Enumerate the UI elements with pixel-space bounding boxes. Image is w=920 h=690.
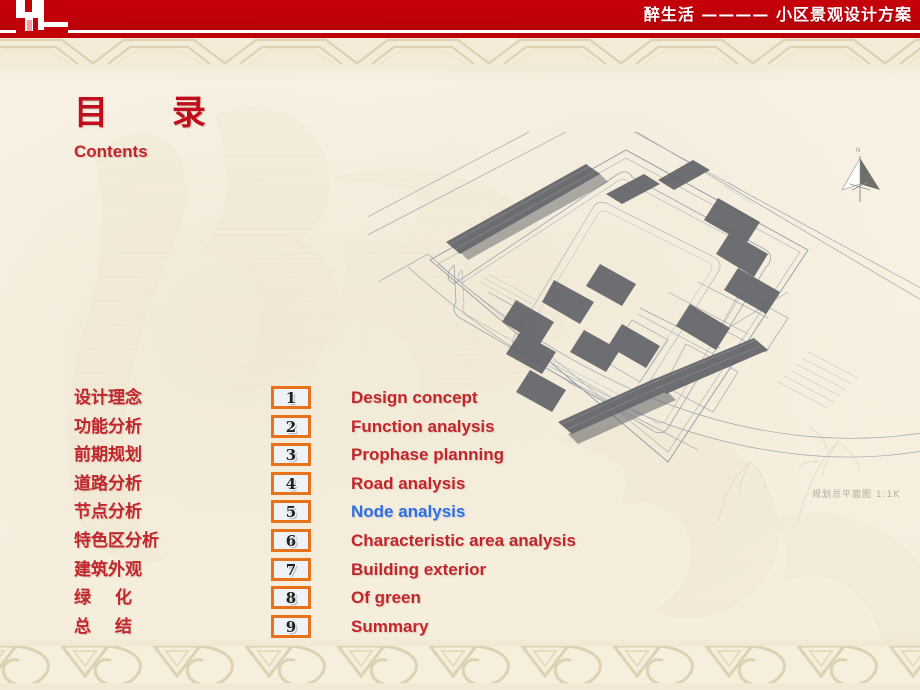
toc-label-cn[interactable]: 道路分析	[74, 472, 254, 496]
toc-number-badge: 8	[271, 586, 311, 610]
toc-row[interactable]: 绿 化 8 Of green	[0, 586, 920, 615]
toc-label-en[interactable]: Function analysis	[351, 415, 495, 439]
toc-label-cn[interactable]: 总 结	[74, 615, 254, 639]
toc-row[interactable]: 节点分析 5 Node analysis	[0, 500, 920, 529]
svg-text:N: N	[856, 148, 860, 154]
header-underline-red	[0, 33, 920, 38]
toc-number-badge: 4	[271, 471, 311, 495]
toc-label-cn[interactable]: 特色区分析	[74, 529, 254, 553]
toc-label-en[interactable]: Building exterior	[351, 558, 486, 582]
toc-label-cn[interactable]: 节点分析	[74, 500, 254, 524]
toc-row[interactable]: 功能分析 2 Function analysis	[0, 414, 920, 444]
toc-row[interactable]: 前期规划 3 Prophase planning	[0, 443, 920, 472]
toc-label-cn[interactable]: 建筑外观	[74, 558, 254, 582]
brand-logo-icon	[16, 0, 68, 38]
toc-number-badge: 9	[271, 614, 311, 638]
toc-row[interactable]: 总 结 9 Summary	[0, 614, 920, 644]
toc-row[interactable]: 建筑外观 7 Building exterior	[0, 557, 920, 587]
toc-label-en[interactable]: Characteristic area analysis	[351, 529, 576, 553]
north-arrow-icon: N	[841, 148, 880, 202]
toc-number-badge: 2	[271, 414, 311, 438]
top-decorative-band	[0, 38, 920, 64]
toc-row[interactable]: 道路分析 4 Road analysis	[0, 471, 920, 501]
page-title-en: Contents	[74, 142, 148, 161]
toc-row[interactable]: 设计理念 1 Design concept	[0, 386, 920, 415]
header-title: 醉生活 ———— 小区景观设计方案	[643, 5, 912, 24]
toc-label-en[interactable]: Node analysis	[351, 500, 465, 524]
top-band-fade	[0, 64, 920, 82]
toc-number-badge: 1	[271, 386, 311, 409]
toc-number-badge: 6	[271, 528, 311, 552]
presentation-slide: N 规划总平面图 1:1K 醉生活 ———— 小区景观设计方案 目 录 Cont…	[0, 0, 920, 690]
toc-label-cn[interactable]: 前期规划	[74, 443, 254, 467]
bottom-decorative-band	[0, 646, 920, 690]
toc-label-en[interactable]: Prophase planning	[351, 443, 504, 467]
page-title-cn: 目 录	[74, 93, 232, 133]
page-title-block: 目 录 Contents	[74, 92, 232, 162]
toc-label-en[interactable]: Summary	[351, 615, 428, 639]
toc-number-badge: 5	[271, 500, 311, 524]
toc-label-en[interactable]: Road analysis	[351, 472, 465, 496]
toc-label-en[interactable]: Of green	[351, 586, 421, 610]
table-of-contents: 设计理念 1 Design concept 功能分析 2 Function analysi…	[0, 386, 920, 643]
toc-label-cn[interactable]: 绿 化	[74, 586, 254, 610]
toc-label-cn[interactable]: 设计理念	[74, 386, 254, 410]
toc-label-cn[interactable]: 功能分析	[74, 415, 254, 439]
toc-number-badge: 3	[271, 443, 311, 467]
toc-row[interactable]: 特色区分析 6 Characteristic area analysis	[0, 528, 920, 558]
toc-label-en[interactable]: Design concept	[351, 386, 478, 410]
toc-number-badge: 7	[271, 557, 311, 581]
